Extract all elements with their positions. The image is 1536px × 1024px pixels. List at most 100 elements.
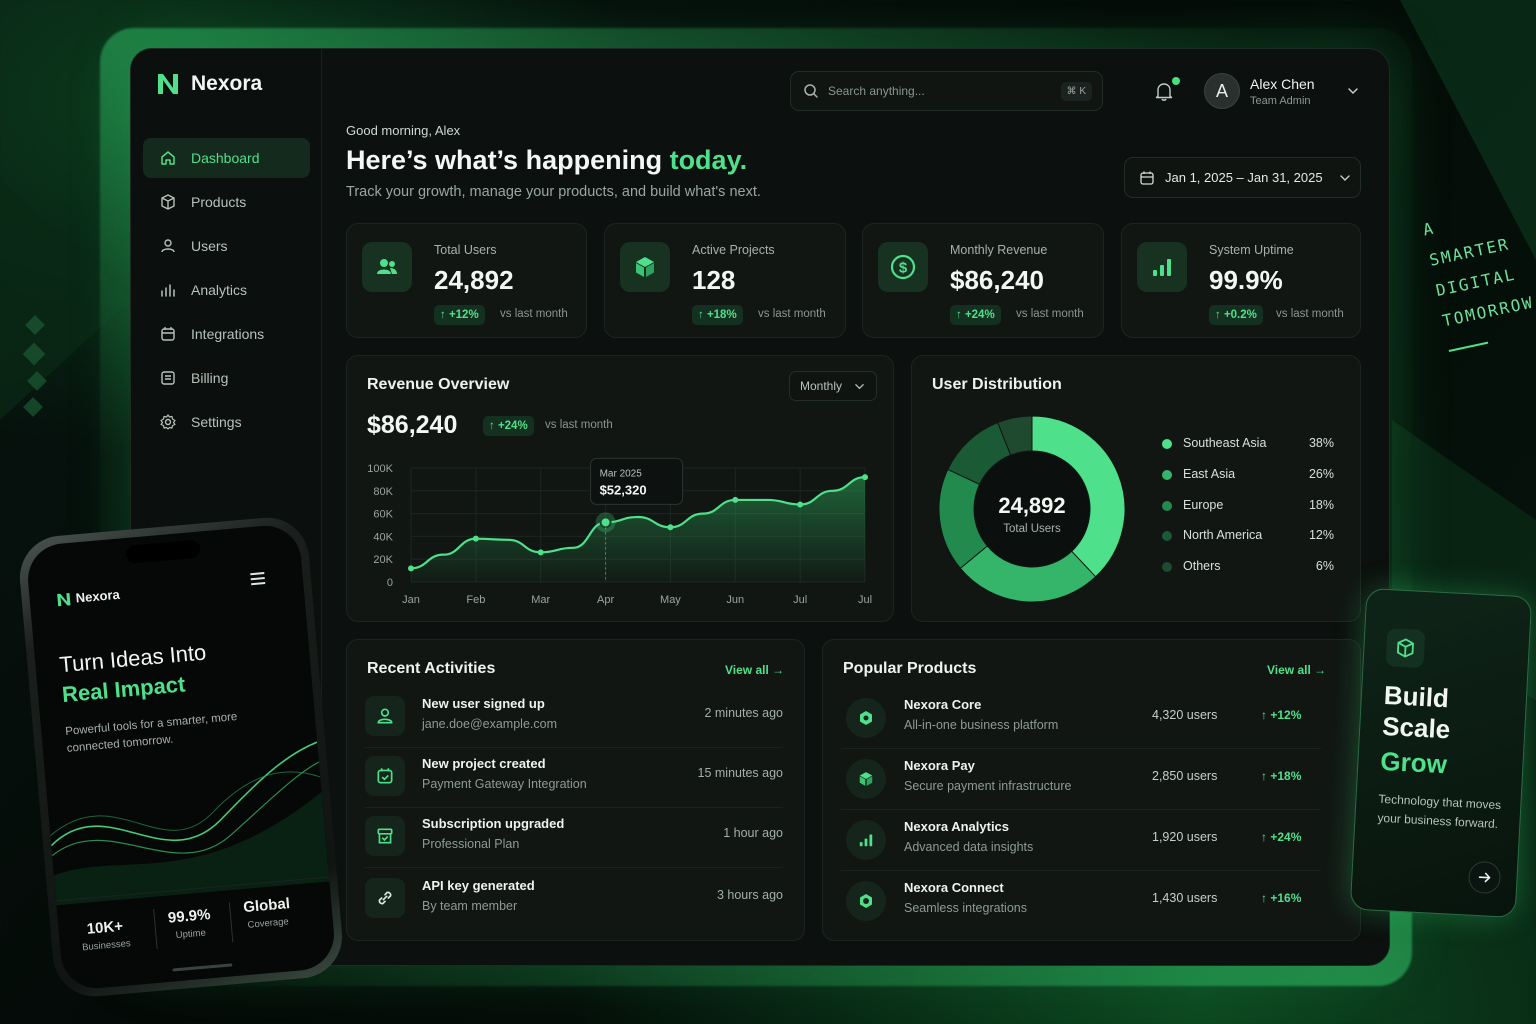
sidebar-item-label: Dashboard xyxy=(191,150,260,166)
x-tick-label: Jan xyxy=(402,594,420,606)
legend-percent: 18% xyxy=(1308,497,1334,512)
sidebar-item-analytics[interactable]: Analytics xyxy=(143,270,310,310)
x-tick-label: Feb xyxy=(466,594,485,606)
tooltip-box xyxy=(590,457,684,505)
product-name: Nexora Core xyxy=(904,697,982,712)
view-all-products-link[interactable]: View all → xyxy=(1267,663,1326,677)
search-input[interactable] xyxy=(828,84,1038,98)
link-icon xyxy=(365,878,405,918)
tagline: A SMARTER DIGITAL TOMORROW xyxy=(1420,196,1536,352)
table-row[interactable]: Nexora Core All-in-one business platform… xyxy=(841,688,1321,749)
product-delta: ↑ +12% xyxy=(1261,708,1302,722)
data-point xyxy=(862,474,868,481)
arrow-right-icon[interactable] xyxy=(1467,860,1502,895)
box-icon xyxy=(161,194,175,210)
product-users: 1,920 users xyxy=(1152,830,1218,844)
headline-highlight: today. xyxy=(669,145,748,175)
y-tick-label: 20K xyxy=(373,554,393,566)
stat-card-monthly-revenue[interactable]: $ Monthly Revenue $86,240 ↑ +24% vs last… xyxy=(862,223,1104,338)
table-row[interactable]: Nexora Pay Secure payment infrastructure… xyxy=(841,749,1321,810)
data-point xyxy=(667,524,674,531)
date-range-label: Jan 1, 2025 – Jan 31, 2025 xyxy=(1165,170,1323,185)
period-select[interactable]: Monthly xyxy=(789,371,877,401)
stat-card-active-projects[interactable]: Active Projects 128 ↑ +18% vs last month xyxy=(604,223,846,338)
legend-item[interactable]: North America 12% xyxy=(1162,527,1334,545)
table-row[interactable]: Nexora Connect Seamless integrations 1,4… xyxy=(841,871,1321,932)
activity-subtitle: jane.doe@example.com xyxy=(422,717,557,731)
sidebar-item-users[interactable]: Users xyxy=(143,226,310,266)
page-title: Here’s what’s happening today. xyxy=(346,145,747,176)
legend-label: East Asia xyxy=(1183,466,1236,481)
stat-value: 128 xyxy=(692,265,736,295)
sidebar-item-label: Settings xyxy=(191,414,242,430)
legend-item[interactable]: Southeast Asia 38% xyxy=(1162,435,1334,453)
gear-icon xyxy=(160,414,176,430)
list-item[interactable]: New user signed up jane.doe@example.com … xyxy=(365,688,783,748)
user-name[interactable]: Alex Chen xyxy=(1250,76,1315,92)
revenue-comparison: vs last month xyxy=(545,419,613,431)
stat-card-total-users[interactable]: Total Users 24,892 ↑ +12% vs last month xyxy=(346,223,587,338)
signal-icon xyxy=(1137,242,1187,292)
archive-icon xyxy=(365,816,405,856)
brand-logo[interactable]: Nexora xyxy=(155,71,262,97)
stat-card-system-uptime[interactable]: System Uptime 99.9% ↑ +0.2% vs last mont… xyxy=(1121,223,1361,338)
user-distribution-donut[interactable]: 24,892 Total Users xyxy=(934,411,1130,607)
phone-stat-value: 99.9% xyxy=(167,906,212,927)
promo-card[interactable]: Build Scale Grow Technology that moves y… xyxy=(1349,587,1533,919)
x-tick-label: Jul xyxy=(858,594,872,606)
legend-percent: 26% xyxy=(1308,466,1334,481)
phone-stat: Global Coverage xyxy=(243,895,292,931)
legend-label: Others xyxy=(1183,559,1221,574)
table-row[interactable]: Nexora Analytics Advanced data insights … xyxy=(841,810,1321,871)
activity-title: API key generated xyxy=(422,878,535,893)
sidebar-item-billing[interactable]: Billing xyxy=(143,358,310,398)
stat-comparison: vs last month xyxy=(1016,308,1084,320)
sidebar-item-label: Analytics xyxy=(191,282,248,298)
phone-brand: Nexora xyxy=(75,586,121,606)
legend-item[interactable]: Europe 18% xyxy=(1162,497,1334,515)
sidebar-item-dashboard[interactable]: Dashboard xyxy=(143,138,310,178)
product-description: All-in-one business platform xyxy=(904,718,1059,732)
avatar[interactable]: A xyxy=(1204,73,1240,109)
chevron-down-icon[interactable] xyxy=(1346,84,1360,98)
user-distribution-card: User Distribution 24,892 Total Users Sout… xyxy=(911,355,1361,622)
x-tick-label: Jul xyxy=(793,594,807,606)
calendar-icon xyxy=(161,327,175,341)
sidebar-item-products[interactable]: Products xyxy=(143,182,310,222)
x-tick-label: Mar xyxy=(531,594,550,606)
list-item[interactable]: New project created Payment Gateway Inte… xyxy=(365,748,783,808)
search-bar[interactable]: ⌘ K xyxy=(790,71,1103,111)
sidebar-item-integrations[interactable]: Integrations xyxy=(143,314,310,354)
sidebar-item-label: Integrations xyxy=(191,326,265,342)
svg-text:$: $ xyxy=(899,260,908,277)
legend-item[interactable]: Others 6% xyxy=(1162,558,1334,576)
greeting: Good morning, Alex xyxy=(346,123,461,138)
promo-title-highlight: Grow xyxy=(1379,745,1448,780)
list-item[interactable]: API key generated By team member 3 hours… xyxy=(365,870,783,930)
search-shortcut: ⌘ K xyxy=(1060,82,1092,101)
view-all-activities-link[interactable]: View all → xyxy=(725,663,784,677)
sidebar-item-label: Billing xyxy=(191,370,229,386)
chart-tooltip: Mar 2025 $52,320 xyxy=(590,457,684,505)
legend-item[interactable]: East Asia 26% xyxy=(1162,466,1334,484)
calendar-check-icon xyxy=(365,756,405,796)
stat-value: $86,240 xyxy=(950,265,1044,295)
activity-subtitle: Professional Plan xyxy=(422,837,520,851)
stat-delta: ↑ +18% xyxy=(692,305,743,325)
tagline-underline xyxy=(1448,341,1489,352)
promo-title-line: Scale xyxy=(1381,710,1451,745)
stat-label: Total Users xyxy=(434,243,497,257)
donut-center-label: Total Users xyxy=(1003,523,1061,535)
signal-icon xyxy=(846,820,886,860)
list-item[interactable]: Subscription upgraded Professional Plan … xyxy=(365,808,783,868)
revenue-value: $86,240 xyxy=(367,411,458,439)
revenue-line-chart[interactable]: 100K 80K 60K 40K 20K 0 Jan Feb Mar Apr May Jun Jul Ju… xyxy=(347,451,895,611)
phone-notch xyxy=(125,539,201,564)
legend-percent: 38% xyxy=(1308,436,1334,450)
date-range-picker[interactable]: Jan 1, 2025 – Jan 31, 2025 xyxy=(1124,157,1361,198)
phone-stat-value: Global xyxy=(242,895,291,917)
stat-label: Monthly Revenue xyxy=(950,243,1048,257)
sidebar-item-settings[interactable]: Settings xyxy=(143,402,310,442)
menu-icon[interactable] xyxy=(250,572,266,586)
activity-title: New user signed up xyxy=(422,696,545,711)
